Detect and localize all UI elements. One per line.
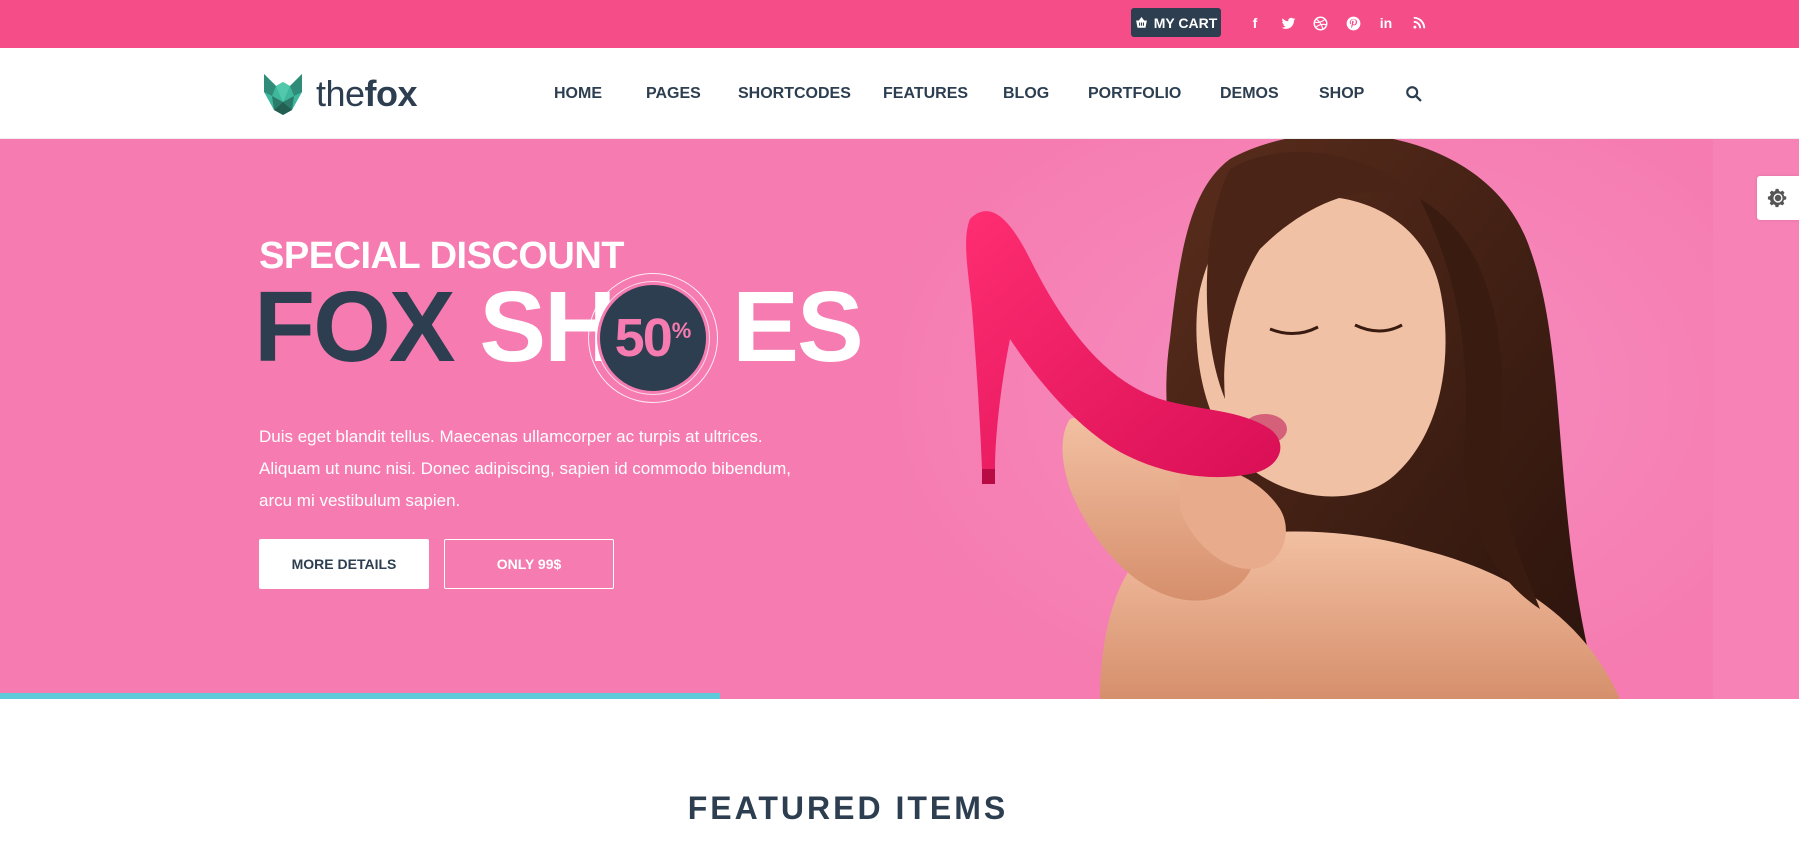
hero-title-dark: FOX [254, 271, 456, 383]
discount-badge-number: 50 [614, 308, 673, 368]
fox-logo-icon [264, 74, 302, 115]
basket-icon [1135, 16, 1147, 28]
nav-features[interactable]: FEATURES [883, 85, 968, 103]
nav-pages[interactable]: PAGES [646, 85, 701, 103]
search-icon[interactable] [1405, 85, 1423, 103]
my-cart-button[interactable]: MY CART [1131, 8, 1221, 37]
dribbble-icon[interactable] [1310, 13, 1330, 33]
pinterest-p-shape [1346, 16, 1360, 30]
facebook-icon[interactable]: f [1245, 13, 1265, 33]
hero-title-light-b: ES [732, 271, 863, 383]
hero-slider: SPECIAL DISCOUNT FOX SH ES 50% Duis eget … [0, 139, 1799, 699]
hero-description: Duis eget blandit tellus. Maecenas ullam… [259, 427, 792, 510]
only-99-button[interactable]: ONLY 99$ [444, 539, 614, 589]
slide-progress-bar [0, 693, 720, 699]
rss-waves-shape [1413, 16, 1426, 29]
hero-title: FOX SH ES [254, 277, 864, 377]
logo-wordmark: thefox [316, 73, 418, 115]
nav-blog[interactable]: BLOG [1003, 85, 1049, 103]
hero-right-strip [1713, 139, 1799, 699]
twitter-bird-shape [1281, 17, 1295, 29]
top-bar: MY CART f in [0, 0, 1799, 48]
settings-panel-toggle[interactable] [1757, 176, 1799, 220]
site-logo[interactable]: thefox [262, 72, 418, 116]
dribbble-ball-shape [1313, 16, 1327, 30]
discount-badge-circle: 50% [600, 285, 706, 391]
nav-shortcodes[interactable]: SHORTCODES [738, 85, 851, 103]
gear-icon [1767, 188, 1787, 208]
site-header: thefox HOME PAGES SHORTCODES FEATURES BL… [0, 48, 1799, 139]
logo-wordmark-bold: fox [364, 73, 418, 114]
rss-icon[interactable] [1409, 13, 1429, 33]
nav-demos[interactable]: DEMOS [1220, 85, 1279, 103]
my-cart-label: MY CART [1153, 14, 1218, 31]
discount-badge-percent: % [671, 318, 692, 343]
hero-woman-kissing-shoe-image [900, 139, 1713, 699]
nav-portfolio[interactable]: PORTFOLIO [1088, 85, 1181, 103]
twitter-icon[interactable] [1278, 13, 1298, 33]
pinterest-icon[interactable] [1343, 13, 1363, 33]
nav-shop[interactable]: SHOP [1319, 85, 1364, 103]
discount-badge: 50% [588, 273, 718, 403]
logo-wordmark-prefix: the [316, 73, 365, 114]
featured-items-heading: FEATURED ITEMS [687, 790, 1009, 826]
nav-home[interactable]: HOME [554, 85, 602, 103]
more-details-button[interactable]: MORE DETAILS [259, 539, 429, 589]
linkedin-icon[interactable]: in [1376, 13, 1396, 33]
